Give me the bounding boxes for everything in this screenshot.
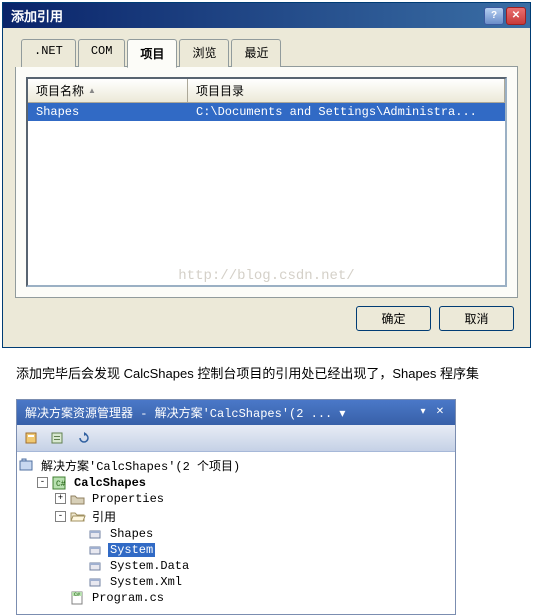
close-icon[interactable]: ✕ [433, 406, 447, 418]
reference-icon [88, 527, 104, 541]
row-name: Shapes [28, 104, 188, 120]
folder-open-icon [70, 509, 86, 523]
project-node[interactable]: - C# CalcShapes [19, 475, 453, 491]
tab-recent[interactable]: 最近 [231, 39, 281, 67]
ref-label: System [108, 543, 155, 557]
dropdown-icon[interactable]: ▾ [416, 406, 430, 418]
help-button[interactable]: ? [484, 7, 504, 25]
list-header: 项目名称 ▲ 项目目录 [28, 79, 505, 103]
row-dir: C:\Documents and Settings\Administra... [188, 104, 505, 120]
tab-browse[interactable]: 浏览 [179, 39, 229, 67]
solution-label: 解决方案'CalcShapes'(2 个项目) [39, 457, 242, 474]
solution-node[interactable]: 解决方案'CalcShapes'(2 个项目) [19, 456, 453, 475]
reference-icon [88, 575, 104, 589]
refresh-icon[interactable] [73, 428, 95, 448]
dialog-body: .NET COM 项目 浏览 最近 项目名称 ▲ 项目目录 Shapes [3, 28, 530, 347]
solexp-titlebar: 解决方案资源管理器 - 解决方案'CalcShapes'(2 ... ▾ ▾ ✕ [17, 400, 455, 425]
titlebar: 添加引用 ? ✕ [3, 3, 530, 28]
cancel-button[interactable]: 取消 [439, 306, 514, 331]
close-button[interactable]: ✕ [506, 7, 526, 25]
ref-item[interactable]: System [19, 542, 453, 558]
sort-asc-icon: ▲ [88, 86, 96, 95]
col-name-label: 项目名称 [36, 82, 84, 99]
solution-icon [19, 458, 35, 472]
list-row[interactable]: Shapes C:\Documents and Settings\Adminis… [28, 103, 505, 121]
caption-text: 添加完毕后会发现 CalcShapes 控制台项目的引用处已经出现了，Shape… [0, 350, 533, 399]
reference-icon [88, 543, 104, 557]
svg-text:C#: C# [74, 592, 80, 598]
ref-item[interactable]: System.Data [19, 558, 453, 574]
col-dir[interactable]: 项目目录 [188, 79, 505, 102]
solution-explorer: 解决方案资源管理器 - 解决方案'CalcShapes'(2 ... ▾ ▾ ✕… [16, 399, 456, 615]
references-node[interactable]: - 引用 [19, 507, 453, 526]
project-label: CalcShapes [72, 476, 148, 490]
references-label: 引用 [90, 508, 118, 525]
cs-file-icon: C# [70, 591, 86, 605]
csproj-icon: C# [52, 476, 68, 490]
reference-icon [88, 559, 104, 573]
solexp-title-text: 解决方案资源管理器 - 解决方案'CalcShapes'(2 ... ▾ [25, 404, 413, 421]
properties-icon[interactable] [21, 428, 43, 448]
ref-item[interactable]: Shapes [19, 526, 453, 542]
add-reference-dialog: 添加引用 ? ✕ .NET COM 项目 浏览 最近 项目名称 ▲ 项目目录 [2, 2, 531, 348]
dialog-buttons: 确定 取消 [15, 298, 518, 335]
solexp-toolbar [17, 425, 455, 452]
expander-icon[interactable]: - [37, 477, 48, 488]
expander-icon[interactable]: + [55, 493, 66, 504]
program-label: Program.cs [90, 591, 166, 605]
window-title: 添加引用 [11, 6, 484, 25]
folder-icon [70, 492, 86, 506]
ref-label: Shapes [108, 527, 155, 541]
properties-label: Properties [90, 492, 166, 506]
tab-com[interactable]: COM [78, 39, 126, 67]
project-list[interactable]: 项目名称 ▲ 项目目录 Shapes C:\Documents and Sett… [26, 77, 507, 287]
col-dir-label: 项目目录 [196, 84, 244, 98]
svg-text:C#: C# [56, 480, 66, 489]
program-node[interactable]: C# Program.cs [19, 590, 453, 606]
solution-tree[interactable]: 解决方案'CalcShapes'(2 个项目) - C# CalcShapes … [17, 452, 455, 614]
expander-icon[interactable]: - [55, 511, 66, 522]
tab-dotnet[interactable]: .NET [21, 39, 76, 67]
show-all-icon[interactable] [47, 428, 69, 448]
window-controls: ? ✕ [484, 7, 526, 25]
tab-panel: 项目名称 ▲ 项目目录 Shapes C:\Documents and Sett… [15, 67, 518, 298]
ref-label: System.Xml [108, 575, 184, 589]
ref-item[interactable]: System.Xml [19, 574, 453, 590]
ref-label: System.Data [108, 559, 191, 573]
tab-projects[interactable]: 项目 [127, 39, 177, 68]
properties-node[interactable]: + Properties [19, 491, 453, 507]
col-name[interactable]: 项目名称 ▲ [28, 79, 188, 102]
tab-bar: .NET COM 项目 浏览 最近 [21, 38, 518, 67]
ok-button[interactable]: 确定 [356, 306, 431, 331]
